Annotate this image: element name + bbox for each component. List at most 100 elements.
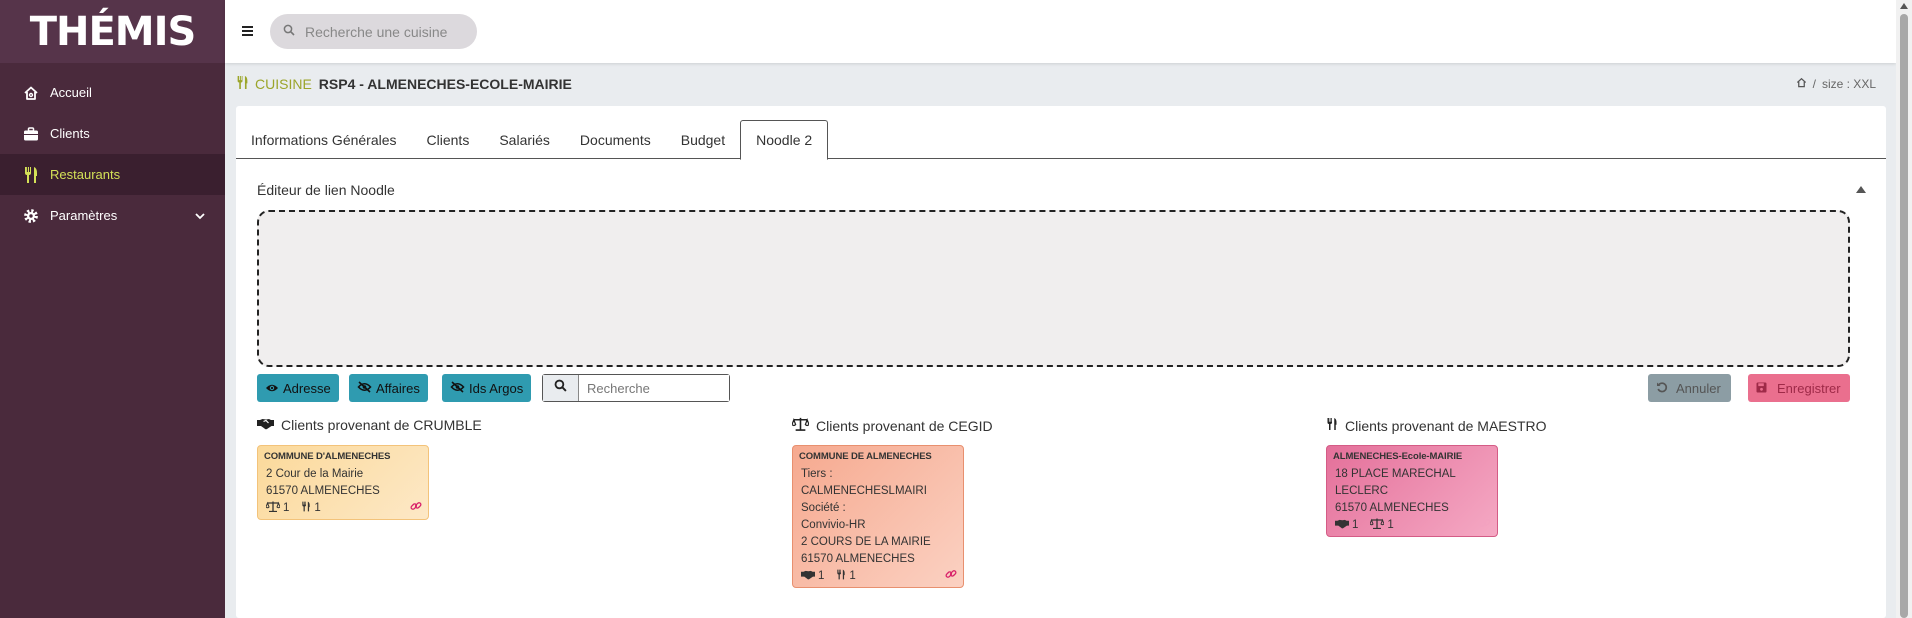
client-search-input[interactable] [579, 375, 729, 401]
topbar [225, 0, 1896, 63]
client-detail-line: 61570 ALMENECHES [801, 553, 915, 565]
undo-icon [1656, 381, 1672, 396]
client-detail-line: Société : [801, 502, 846, 514]
kitchen-name: RSP4 - ALMENECHES-ECOLE-MAIRIE [318, 76, 572, 92]
sidebar-item-clients[interactable]: Clients [0, 113, 225, 154]
eye-slash-icon [450, 380, 469, 396]
tab-clients[interactable]: Clients [412, 120, 485, 159]
link-icon[interactable] [410, 500, 422, 515]
stat-count: 1 [818, 570, 825, 582]
crumble-client-card[interactable]: COMMUNE D'ALMENECHES 2 Cour de la Mairie… [257, 445, 429, 520]
client-address-line: LECLERC [1335, 485, 1389, 497]
save-button[interactable]: Enregistrer [1748, 374, 1850, 402]
tab-informations-generales[interactable]: Informations Générales [236, 120, 412, 159]
toggle-ids-argos-button[interactable]: Ids Argos [442, 374, 532, 402]
balance-scale-icon [1369, 518, 1385, 532]
client-stats: 1 1 [799, 569, 957, 583]
size-label: size : XXL [1821, 77, 1876, 91]
search-icon [554, 379, 567, 397]
balance-scale-icon [791, 417, 816, 434]
utensils-icon [1326, 417, 1345, 434]
menu-toggle-icon[interactable] [242, 19, 262, 43]
cegid-client-card[interactable]: COMMUNE DE ALMENECHES Tiers : CALMENECHE… [792, 445, 964, 588]
sidebar-item-accueil[interactable]: Accueil [0, 72, 225, 113]
client-search [542, 374, 730, 402]
balance-scale-icon [265, 501, 281, 515]
link-icon[interactable] [945, 568, 957, 583]
cancel-button[interactable]: Annuler [1648, 374, 1731, 402]
main-card: Informations Générales Clients Salariés … [236, 106, 1886, 618]
toggle-affaires-button[interactable]: Affaires [349, 374, 428, 402]
scrollbar-thumb[interactable] [1900, 14, 1908, 618]
column-title-text: Clients provenant de CRUMBLE [281, 417, 482, 433]
stat-count: 1 [283, 502, 290, 514]
handshake-icon [257, 417, 281, 433]
utensils-icon [20, 165, 42, 185]
maestro-column-title: Clients provenant de MAESTRO [1326, 417, 1547, 434]
sidebar-nav: Accueil Clients Restaurants Paramètres [0, 72, 225, 236]
editor-toolbar: Adresse Affaires Ids Argos Recherche Ann… [257, 374, 1850, 402]
client-detail-line: Tiers : [801, 468, 833, 480]
stat-count: 1 [1352, 519, 1359, 531]
briefcase-icon [20, 124, 42, 144]
breadcrumb-separator: / [1812, 77, 1816, 91]
cegid-column-title: Clients provenant de CEGID [791, 417, 993, 434]
link-editor-dropzone[interactable] [257, 210, 1850, 367]
client-detail-line: CALMENECHESLMAIRI [801, 485, 927, 497]
breadcrumb: / size : XXL [1796, 77, 1876, 91]
eye-slash-icon [357, 380, 376, 396]
client-address-line: 61570 ALMENECHES [266, 485, 380, 497]
client-detail-line: Convivio-HR [801, 519, 866, 531]
client-stats: 1 1 [1333, 518, 1491, 532]
page-kind: CUISINE [255, 76, 312, 92]
stat-count: 1 [849, 570, 856, 582]
collapse-icon[interactable] [1856, 186, 1866, 193]
scrollbar[interactable] [1896, 0, 1912, 618]
tab-salaries[interactable]: Salariés [484, 120, 565, 159]
client-name: COMMUNE DE ALMENECHES [799, 451, 932, 462]
stat-count: 1 [314, 502, 321, 514]
client-name: ALMENECHES-Ecole-MAIRIE [1333, 451, 1463, 462]
sidebar-item-parametres[interactable]: Paramètres [0, 195, 225, 236]
utensils-icon [301, 501, 311, 515]
client-stats: 1 1 [264, 501, 422, 515]
page-title: CUISINE RSP4 - ALMENECHES-ECOLE-MAIRIE [236, 75, 572, 93]
search-button[interactable] [543, 375, 579, 401]
button-label: Ids Argos [469, 380, 524, 396]
handshake-icon [801, 570, 815, 583]
scroll-up-icon[interactable] [1900, 3, 1908, 9]
kitchen-search-input[interactable] [305, 23, 465, 40]
handshake-icon [1335, 519, 1349, 532]
button-label: Affaires [376, 380, 420, 396]
sidebar-item-label: Accueil [50, 85, 92, 100]
tab-noodle-2[interactable]: Noodle 2 [740, 120, 829, 160]
client-address-line: 18 PLACE MARECHAL [1335, 468, 1456, 480]
maestro-client-card[interactable]: ALMENECHES-Ecole-MAIRIE 18 PLACE MARECHA… [1326, 445, 1498, 537]
client-detail-line: 2 COURS DE LA MAIRIE [801, 536, 931, 548]
floppy-disk-icon [1756, 381, 1771, 396]
client-name: COMMUNE D'ALMENECHES [264, 451, 391, 462]
sidebar: THÉMIS Accueil Clients Restaurants Param… [0, 0, 225, 618]
sidebar-item-restaurants[interactable]: Restaurants [0, 154, 225, 195]
tab-bar: Informations Générales Clients Salariés … [236, 120, 1886, 160]
home-icon[interactable] [1796, 77, 1807, 91]
home-icon [20, 83, 42, 103]
logo-text: THÉMIS [29, 8, 197, 55]
client-address-line: 2 Cour de la Mairie [266, 468, 364, 480]
chevron-down-icon[interactable] [195, 208, 205, 223]
search-icon [283, 23, 295, 41]
link-icon[interactable] [1479, 517, 1491, 532]
client-address-line: 61570 ALMENECHES [1335, 502, 1449, 514]
tab-budget[interactable]: Budget [666, 120, 740, 159]
toggle-adresse-button[interactable]: Adresse [257, 374, 339, 402]
button-label: Enregistrer [1777, 380, 1841, 396]
button-label: Adresse [283, 380, 331, 396]
logo[interactable]: THÉMIS [0, 0, 225, 63]
tab-documents[interactable]: Documents [565, 120, 666, 159]
column-title-text: Clients provenant de MAESTRO [1345, 417, 1547, 434]
kitchen-search [270, 14, 477, 49]
crumble-column-title: Clients provenant de CRUMBLE [257, 417, 482, 433]
stat-count: 1 [1387, 519, 1394, 531]
sidebar-item-label: Paramètres [50, 208, 118, 223]
gear-icon [20, 206, 42, 226]
